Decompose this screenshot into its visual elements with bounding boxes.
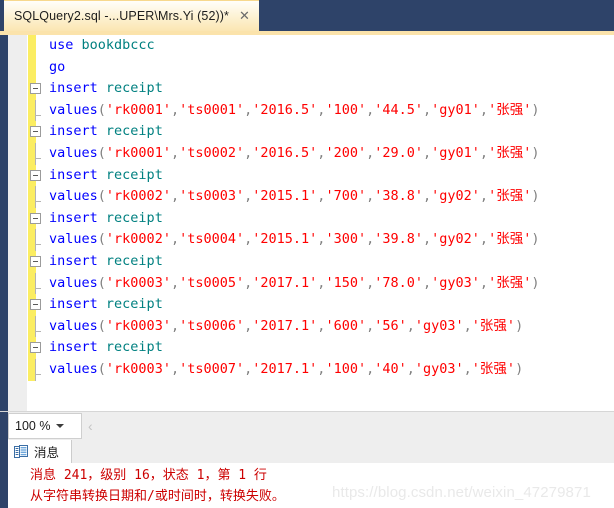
code-line-text: insert receipt [49, 252, 163, 269]
fold-guide-end [35, 373, 41, 375]
code-line-text: insert receipt [49, 209, 163, 226]
code-line-text: values('rk0001','ts0001','2016.5','100',… [49, 101, 540, 118]
zoom-bar-left-edge [0, 412, 8, 441]
code-line-text: insert receipt [49, 166, 163, 183]
fold-collapse-icon[interactable] [30, 83, 41, 95]
fold-guide-line [35, 272, 36, 295]
fold-guide-line [35, 229, 36, 251]
message-line: 消息 241，级别 16，状态 1，第 1 行 [30, 468, 267, 483]
code-line[interactable]: insert receipt [27, 165, 614, 187]
close-icon[interactable]: ✕ [238, 9, 251, 24]
code-line[interactable]: use bookdbccc [27, 35, 614, 57]
code-line-text: values('rk0003','ts0005','2017.1','150',… [49, 274, 540, 291]
code-line[interactable]: insert receipt [27, 337, 614, 359]
fold-collapse-icon[interactable] [30, 126, 41, 138]
editor-left-edge [0, 35, 8, 411]
code-line-text: values('rk0001','ts0002','2016.5','200',… [49, 144, 540, 161]
code-line[interactable]: insert receipt [27, 251, 614, 273]
fold-collapse-icon[interactable] [30, 299, 41, 311]
tab-messages-label: 消息 [34, 445, 60, 460]
splitter-collapse-icon[interactable]: ‹ [88, 418, 93, 434]
editor-indicator-margin[interactable] [8, 35, 27, 411]
code-line[interactable]: values('rk0001','ts0002','2016.5','200',… [27, 142, 614, 165]
code-line-text: insert receipt [49, 339, 163, 356]
fold-guide-line [35, 315, 36, 338]
code-line-text: values('rk0003','ts0006','2017.1','600',… [49, 317, 524, 334]
messages-report-icon [14, 444, 28, 459]
watermark-text: https://blog.csdn.net/weixin_47279871 [332, 484, 591, 501]
tab-messages[interactable]: 消息 [8, 440, 73, 463]
code-line[interactable]: insert receipt [27, 78, 614, 100]
code-line[interactable]: values('rk0002','ts0004','2015.1','300',… [27, 229, 614, 251]
code-line-text: values('rk0002','ts0004','2015.1','300',… [49, 231, 540, 248]
code-line-text: insert receipt [49, 296, 163, 313]
code-line-text: use bookdbccc [49, 37, 155, 53]
fold-guide-end [35, 287, 41, 289]
code-line-text: values('rk0003','ts0007','2017.1','100',… [49, 360, 524, 377]
code-line-text: values('rk0002','ts0003','2015.1','700',… [49, 188, 540, 205]
document-tab-title: SQLQuery2.sql -...UPER\Mrs.Yi (52))* [14, 8, 229, 23]
results-tab-strip: 消息 [8, 440, 614, 463]
code-line-text: go [49, 58, 66, 75]
fold-guide-end [35, 157, 41, 159]
document-tab-sqlquery2[interactable]: SQLQuery2.sql -...UPER\Mrs.Yi (52))* ✕ [4, 0, 259, 31]
fold-guide-end [35, 201, 41, 203]
editor-zoom-bar: 100 % ‹ [0, 411, 614, 441]
sql-code-editor[interactable]: use bookdbccc go insert receipt values('rk0… [0, 35, 614, 411]
document-tab-strip: SQLQuery2.sql -...UPER\Mrs.Yi (52))* ✕ [0, 0, 614, 31]
code-line[interactable]: insert receipt [27, 208, 614, 230]
fold-guide-line [35, 99, 36, 122]
fold-guide-line [35, 186, 36, 208]
results-left-edge [0, 440, 8, 508]
fold-guide-end [35, 330, 41, 332]
zoom-level-value: 100 % [15, 419, 51, 433]
code-line[interactable]: values('rk0003','ts0006','2017.1','600',… [27, 315, 614, 338]
chevron-down-icon[interactable] [56, 424, 65, 428]
fold-guide-end [35, 244, 41, 246]
fold-guide-line [35, 142, 36, 165]
fold-collapse-icon[interactable] [30, 255, 41, 267]
fold-collapse-icon[interactable] [30, 342, 41, 354]
code-line[interactable]: go [27, 57, 614, 79]
fold-guide-line [35, 358, 36, 381]
code-line[interactable]: insert receipt [27, 121, 614, 143]
code-line[interactable]: values('rk0003','ts0007','2017.1','100',… [27, 358, 614, 381]
code-line[interactable]: insert receipt [27, 294, 614, 316]
fold-collapse-icon[interactable] [30, 212, 41, 224]
fold-guide-end [35, 114, 41, 116]
code-line-text: insert receipt [49, 80, 163, 97]
code-line[interactable]: values('rk0003','ts0005','2017.1','150',… [27, 272, 614, 295]
ssms-query-window: SQLQuery2.sql -...UPER\Mrs.Yi (52))* ✕ u… [0, 0, 614, 508]
code-line[interactable]: values('rk0001','ts0001','2016.5','100',… [27, 99, 614, 122]
zoom-level-dropdown[interactable]: 100 % [8, 413, 82, 439]
code-line-text: insert receipt [49, 123, 163, 140]
code-lines-container[interactable]: use bookdbccc go insert receipt values('rk0… [27, 35, 614, 411]
fold-collapse-icon[interactable] [30, 169, 41, 181]
code-line[interactable]: values('rk0002','ts0003','2015.1','700',… [27, 186, 614, 208]
